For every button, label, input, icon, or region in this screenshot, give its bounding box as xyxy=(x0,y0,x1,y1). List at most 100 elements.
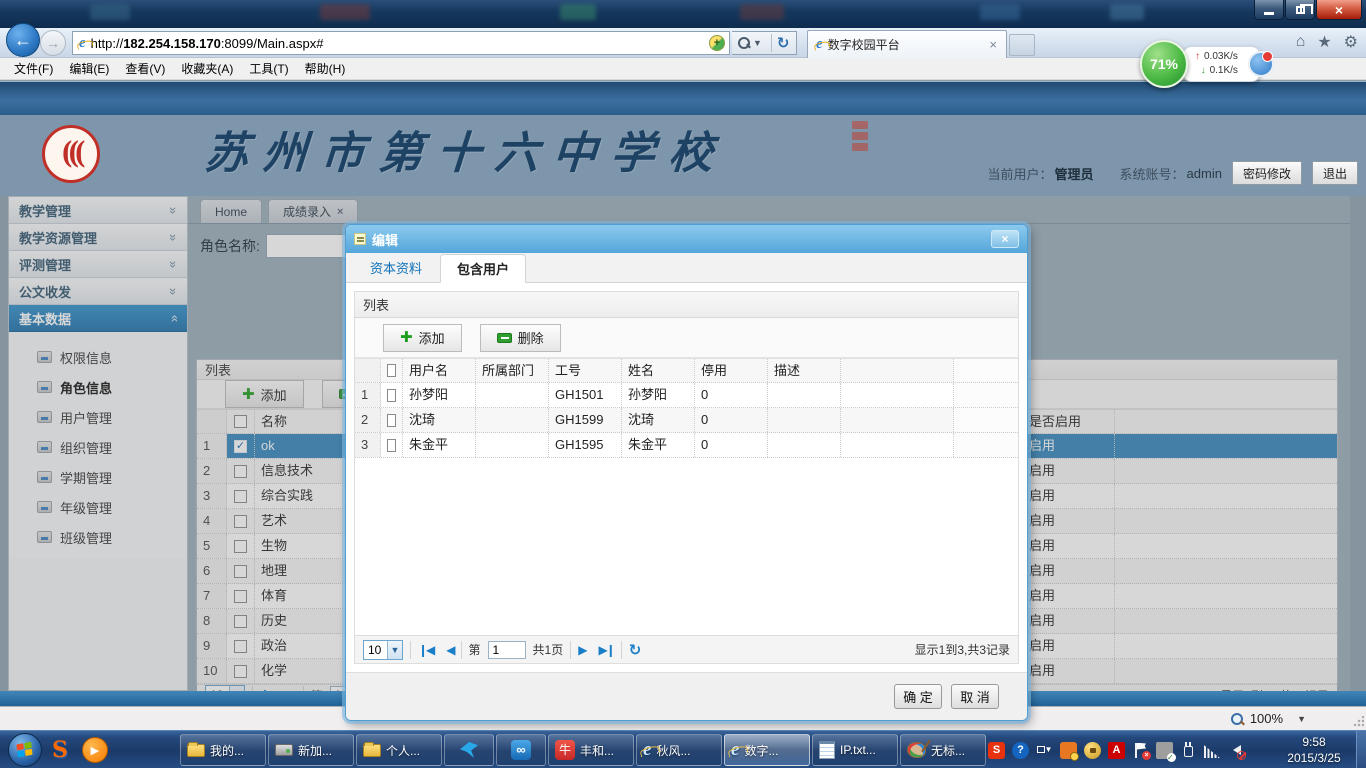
menu-item-2[interactable]: 查看(V) xyxy=(117,58,173,79)
sogou-browser-icon[interactable]: S xyxy=(52,737,68,763)
user-row-3[interactable]: 3朱金平GH1595朱金平0 xyxy=(355,433,1018,458)
tray-adobe-icon[interactable]: A xyxy=(1108,742,1125,759)
tray-sogou-icon[interactable]: S xyxy=(988,742,1005,759)
search-dropdown-caret[interactable]: ▼ xyxy=(753,38,762,48)
ok-button[interactable]: 确 定 xyxy=(894,684,942,709)
account-value: admin xyxy=(1187,166,1222,181)
next-page-icon[interactable]: ▶ xyxy=(578,643,585,657)
user-table: 用户名所属部门工号姓名停用描述 1孙梦阳GH1501孙梦阳02沈琦GH1599沈… xyxy=(355,358,1018,458)
zoom-magnifier-icon[interactable] xyxy=(1230,712,1244,726)
menu-item-5[interactable]: 帮助(H) xyxy=(297,58,354,79)
show-desktop-button[interactable] xyxy=(1356,731,1366,768)
minimize-button[interactable] xyxy=(1254,0,1284,20)
tray-device-icon[interactable] xyxy=(1156,742,1173,759)
checkbox[interactable] xyxy=(387,389,396,402)
close-window-button[interactable]: × xyxy=(1316,0,1362,20)
url-text[interactable]: http://182.254.158.170:8099/Main.aspx# xyxy=(91,36,709,51)
home-icon[interactable]: ⌂ xyxy=(1296,33,1306,51)
start-button[interactable] xyxy=(8,733,42,767)
tray-help-icon[interactable]: ? xyxy=(1012,742,1029,759)
logout-button[interactable]: 退出 xyxy=(1312,161,1358,185)
cancel-button[interactable]: 取 消 xyxy=(951,684,999,709)
prev-page-icon[interactable]: ◀ xyxy=(446,643,453,657)
taskbar-button-personal-folder[interactable]: 个人... xyxy=(356,734,442,766)
dialog-close-button[interactable]: × xyxy=(991,230,1019,248)
net-speed-overlay: 71% ↑0.03K/s ↓0.1K/s xyxy=(1140,40,1261,88)
refresh-page-icon[interactable]: ↻ xyxy=(777,34,790,52)
select-all-checkbox[interactable] xyxy=(387,364,396,377)
zoom-dropdown-caret[interactable]: ▼ xyxy=(1297,714,1306,724)
tray-mute-icon[interactable] xyxy=(1227,742,1244,759)
tray-expand-icon[interactable]: ▼ xyxy=(1036,742,1053,759)
pagination-summary: 显示1到3,共3记录 xyxy=(915,641,1010,658)
taskbar-button-fenghe-app[interactable]: 牛丰和... xyxy=(548,734,634,766)
row-checkbox-cell xyxy=(381,408,403,432)
resize-grip xyxy=(1352,716,1364,728)
taskbar-button-new-volume[interactable]: 新加... xyxy=(268,734,354,766)
first-page-icon[interactable]: ❙◀ xyxy=(418,643,433,657)
tray-signal-icon[interactable] xyxy=(1204,745,1220,758)
menu-item-4[interactable]: 工具(T) xyxy=(241,58,296,79)
tray-flag-icon[interactable]: × xyxy=(1132,742,1149,759)
user-disabled-cell: 0 xyxy=(695,383,768,407)
user-extra-cell xyxy=(841,408,954,432)
school-banner: ((( 苏州市第十六中学校 当前用户：管理员 系统账号：admin 密码修改 退… xyxy=(0,115,1366,196)
tab-basic-info[interactable]: 资本资料 xyxy=(354,253,438,282)
address-bar-tools: ▼ ↻ xyxy=(732,31,797,55)
change-password-button[interactable]: 密码修改 xyxy=(1232,161,1302,185)
row-number: 1 xyxy=(355,383,381,407)
taskbar-button-my-docs[interactable]: 我的... xyxy=(180,734,266,766)
taskbar-button-ie-qiufeng[interactable]: e秋风... xyxy=(636,734,722,766)
favorites-star-icon[interactable]: ★ xyxy=(1317,32,1331,52)
download-speed: 0.1K/s xyxy=(1210,64,1238,78)
restore-button[interactable] xyxy=(1285,0,1315,20)
taskbar-button-cloud-app[interactable]: ∞ xyxy=(496,734,546,766)
compatibility-view-icon[interactable]: + xyxy=(709,35,725,51)
delete-user-button[interactable]: 删除 xyxy=(480,324,561,352)
forward-button[interactable]: → xyxy=(40,30,66,56)
back-button[interactable]: ← xyxy=(6,23,40,57)
folder-icon xyxy=(187,744,205,757)
taskbar-button-label: IP.txt... xyxy=(840,743,876,757)
user-name-cell: 沈琦 xyxy=(622,408,695,432)
memory-ball[interactable]: 71% xyxy=(1140,40,1188,88)
user-row-1[interactable]: 1孙梦阳GH1501孙梦阳0 xyxy=(355,383,1018,408)
menu-item-1[interactable]: 编辑(E) xyxy=(61,58,117,79)
settings-gear-icon[interactable]: ⚙ xyxy=(1344,32,1358,52)
last-page-icon[interactable]: ▶❙ xyxy=(598,643,613,657)
delete-user-label: 删除 xyxy=(518,328,544,347)
ie-tab-favicon: e xyxy=(816,36,823,53)
taskbar-button-notepad-ip[interactable]: IP.txt... xyxy=(812,734,898,766)
new-tab-button[interactable] xyxy=(1009,34,1035,56)
tray-plug-icon[interactable] xyxy=(1180,742,1197,759)
zoom-level[interactable]: 100% xyxy=(1250,711,1283,726)
current-user-value: 管理员 xyxy=(1055,164,1094,183)
checkbox[interactable] xyxy=(387,414,396,427)
media-player-icon[interactable]: ▶ xyxy=(82,737,108,763)
taskbar-button-paint-untitled[interactable]: 无标... xyxy=(900,734,986,766)
tray-lock-icon[interactable] xyxy=(1084,742,1101,759)
taskbar-clock[interactable]: 9:58 2015/3/25 xyxy=(1278,734,1350,766)
browser-action-icons: ⌂ ★ ⚙ xyxy=(1296,32,1358,52)
search-icon[interactable] xyxy=(738,37,750,49)
header-2: 工号 xyxy=(549,359,622,382)
menu-item-0[interactable]: 文件(F) xyxy=(6,58,61,79)
taskbar-button-ie-digital-campus[interactable]: e数字... xyxy=(724,734,810,766)
user-row-2[interactable]: 2沈琦GH1599沈琦0 xyxy=(355,408,1018,433)
tab-close-icon[interactable]: × xyxy=(986,37,1000,52)
checkbox[interactable] xyxy=(387,439,396,452)
edit-dialog-titlebar[interactable]: 编辑 × xyxy=(346,225,1027,253)
user-info-strip: 当前用户：管理员 系统账号：admin 密码修改 退出 xyxy=(988,161,1359,185)
page-size-select[interactable]: 10▼ xyxy=(363,640,403,660)
divider xyxy=(771,34,772,52)
refresh-icon[interactable]: ↻ xyxy=(629,641,642,659)
add-user-button[interactable]: ✚添加 xyxy=(383,324,462,352)
browser-tab[interactable]: e 数字校园平台 × xyxy=(807,30,1007,58)
page-number-input[interactable] xyxy=(488,641,526,659)
assistant-ball-icon[interactable] xyxy=(1248,51,1274,77)
menu-item-3[interactable]: 收藏夹(A) xyxy=(173,58,241,79)
address-bar[interactable]: e http://182.254.158.170:8099/Main.aspx#… xyxy=(72,31,730,55)
taskbar-button-hummingbird-app[interactable] xyxy=(444,734,494,766)
tray-stock-icon[interactable] xyxy=(1060,742,1077,759)
tab-included-users[interactable]: 包含用户 xyxy=(440,254,526,283)
